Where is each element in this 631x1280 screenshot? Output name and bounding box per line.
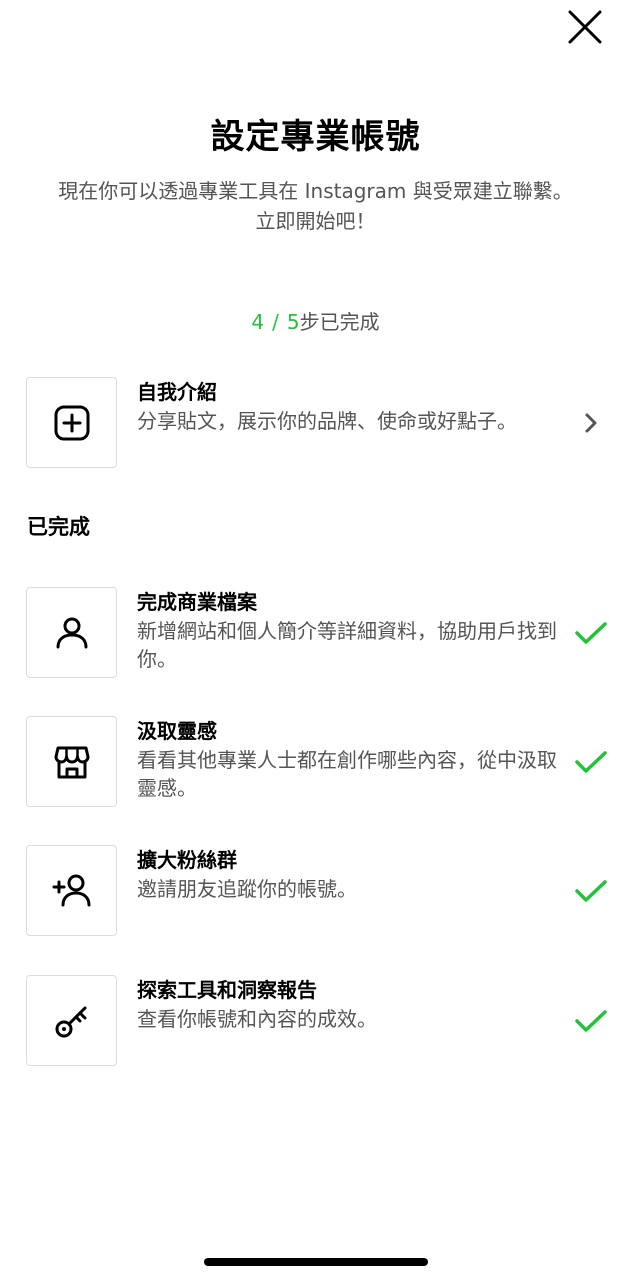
progress-completed-count: 4 xyxy=(251,310,265,334)
task-title: 汲取靈感 xyxy=(137,719,217,743)
task-icon-box xyxy=(26,377,117,468)
progress-separator: / xyxy=(272,310,279,334)
task-title: 探索工具和洞察報告 xyxy=(137,978,317,1002)
task-icon-box xyxy=(26,845,117,936)
chevron-right-icon xyxy=(585,413,597,432)
task-description: 看看其他專業人士都在創作哪些內容，從中汲取靈感。 xyxy=(137,748,557,800)
task-arrow xyxy=(566,377,616,468)
task-description: 查看你帳號和內容的成效。 xyxy=(137,1007,377,1031)
check-icon xyxy=(575,879,607,902)
completed-section-label: 已完成 xyxy=(27,515,90,539)
check-icon xyxy=(575,1009,607,1032)
task-grow-followers[interactable]: 擴大粉絲群 邀請朋友追蹤你的帳號。 xyxy=(26,845,631,937)
task-status xyxy=(566,845,616,936)
task-icon-box xyxy=(26,716,117,807)
check-icon xyxy=(575,621,607,644)
task-title: 自我介紹 xyxy=(137,380,217,404)
add-person-icon xyxy=(52,874,90,906)
shop-icon xyxy=(54,746,89,778)
task-icon-box xyxy=(26,975,117,1066)
key-icon xyxy=(55,1006,86,1037)
page-title: 設定專業帳號 xyxy=(210,117,421,157)
task-description: 邀請朋友追蹤你的帳號。 xyxy=(137,877,357,901)
professional-account-setup-screen: 設定專業帳號 現在你可以透過專業工具在 Instagram 與受眾建立聯繫。立即… xyxy=(0,0,631,1280)
task-get-inspired[interactable]: 汲取靈感 看看其他專業人士都在創作哪些內容，從中汲取靈感。 xyxy=(26,716,631,808)
task-title: 擴大粉絲群 xyxy=(137,848,237,872)
task-introduce-yourself[interactable]: 自我介紹 分享貼文，展示你的品牌、使命或好點子。 xyxy=(26,377,631,469)
home-indicator[interactable] xyxy=(204,1258,428,1266)
task-status xyxy=(566,975,616,1066)
task-description: 新增網站和個人簡介等詳細資料，協助用戶找到你。 xyxy=(137,619,557,671)
task-status xyxy=(566,587,616,678)
progress-indicator: 4 / 5步已完成 xyxy=(0,306,631,338)
page-subtitle: 現在你可以透過專業工具在 Instagram 與受眾建立聯繫。立即開始吧！ xyxy=(58,179,573,233)
task-complete-business-profile[interactable]: 完成商業檔案 新增網站和個人簡介等詳細資料，協助用戶找到你。 xyxy=(26,587,631,679)
task-title: 完成商業檔案 xyxy=(137,590,257,614)
task-explore-tools-insights[interactable]: 探索工具和洞察報告 查看你帳號和內容的成效。 xyxy=(26,975,631,1067)
close-button[interactable] xyxy=(562,4,608,50)
plus-square-icon xyxy=(54,405,89,440)
task-status xyxy=(566,716,616,807)
progress-suffix: 步已完成 xyxy=(299,310,380,334)
task-description: 分享貼文，展示你的品牌、使命或好點子。 xyxy=(137,409,517,433)
person-icon xyxy=(56,617,87,648)
check-icon xyxy=(575,750,607,773)
progress-total-count: 5 xyxy=(286,310,300,334)
task-icon-box xyxy=(26,587,117,678)
close-icon xyxy=(568,10,602,44)
